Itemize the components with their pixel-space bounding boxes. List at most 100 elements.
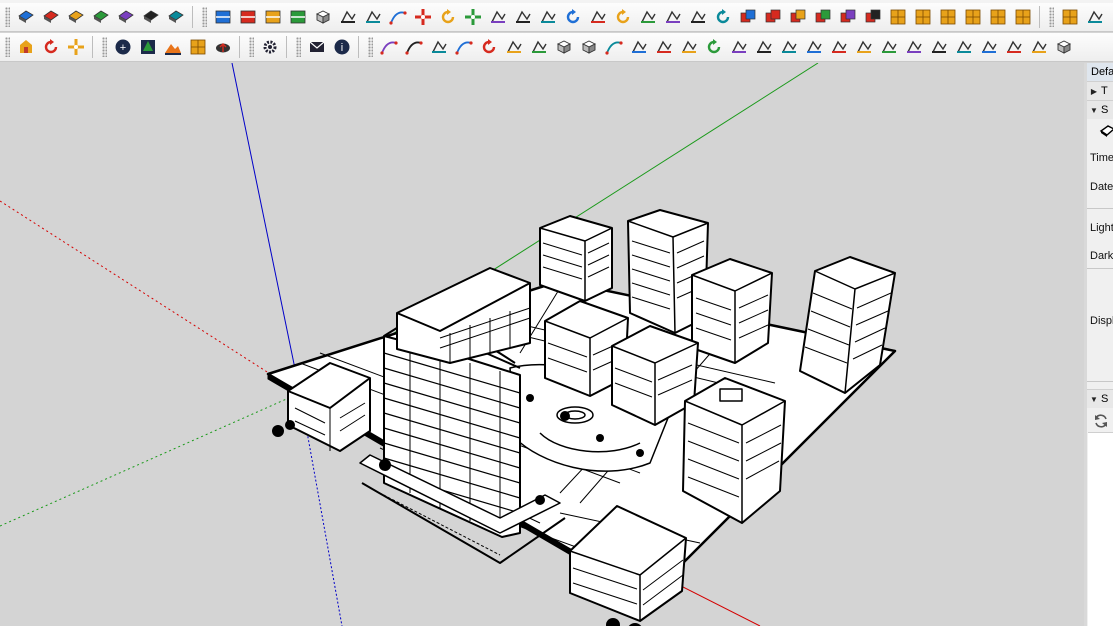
mail-icon[interactable] — [306, 36, 328, 58]
info-icon[interactable]: i — [331, 36, 353, 58]
polygon-icon[interactable] — [637, 6, 659, 28]
scale-icon[interactable] — [462, 6, 484, 28]
shadow-toggle-icon[interactable] — [1099, 123, 1113, 139]
cloud-upload-icon[interactable] — [212, 36, 234, 58]
pie-icon[interactable] — [587, 6, 609, 28]
checker-icon[interactable] — [187, 36, 209, 58]
toolbar-grip-handle[interactable] — [5, 37, 10, 57]
solid-subtract-icon[interactable] — [762, 6, 784, 28]
sandbox-from-contours-icon[interactable] — [1059, 6, 1081, 28]
sandbox-grid-icon[interactable] — [962, 6, 984, 28]
curve-icon[interactable] — [603, 36, 625, 58]
rectangle-icon[interactable] — [662, 6, 684, 28]
tray-section-shadows[interactable]: ▼ S — [1087, 100, 1113, 119]
push-pull-icon[interactable] — [487, 6, 509, 28]
sandbox-flip-edge-icon[interactable] — [987, 6, 1009, 28]
paint-icon[interactable] — [337, 6, 359, 28]
line-icon[interactable] — [387, 6, 409, 28]
arc-join-icon[interactable] — [703, 36, 725, 58]
panel-icon[interactable] — [1028, 36, 1050, 58]
hand-icon[interactable] — [828, 36, 850, 58]
layer-icon[interactable] — [728, 36, 750, 58]
dome-icon[interactable] — [978, 36, 1000, 58]
fillet-icon[interactable] — [628, 36, 650, 58]
styles-shaded-textures-icon[interactable] — [140, 6, 162, 28]
tray-section-collapsed[interactable]: ▶ T — [1087, 81, 1113, 100]
sandbox-stamp-icon[interactable] — [912, 6, 934, 28]
trees-icon[interactable] — [137, 36, 159, 58]
shape-bend-icon[interactable] — [853, 36, 875, 58]
refresh-icon[interactable] — [1093, 413, 1109, 429]
styles-monochrome-icon[interactable] — [165, 6, 187, 28]
undo-icon[interactable] — [712, 6, 734, 28]
toolbar-separator — [1039, 6, 1040, 28]
model-scene[interactable] — [0, 63, 1084, 626]
component-icon[interactable] — [312, 6, 334, 28]
bezier-icon[interactable] — [403, 36, 425, 58]
scene-manager-icon[interactable] — [1084, 6, 1106, 28]
solid-split-icon[interactable] — [787, 6, 809, 28]
sandbox-smoove-icon[interactable] — [887, 6, 909, 28]
sandbox-drape-icon[interactable] — [937, 6, 959, 28]
tray-title-tab[interactable]: Defa — [1087, 63, 1113, 81]
sandbox-add-detail-icon[interactable] — [1012, 6, 1034, 28]
offset-edge-icon[interactable] — [678, 36, 700, 58]
rotate-3d-icon[interactable] — [478, 36, 500, 58]
solid-trim-icon[interactable] — [812, 6, 834, 28]
toolbar-grip-handle[interactable] — [5, 7, 10, 27]
chamfer-icon[interactable] — [653, 36, 675, 58]
styles-shaded-icon[interactable] — [115, 6, 137, 28]
fence-icon[interactable] — [903, 36, 925, 58]
styles-backedges-icon[interactable] — [40, 6, 62, 28]
add-location-icon[interactable]: + — [112, 36, 134, 58]
section-plane-icon[interactable] — [212, 6, 234, 28]
section-display-icon[interactable] — [237, 6, 259, 28]
tape-measure-icon[interactable] — [362, 6, 384, 28]
box-icon[interactable] — [553, 36, 575, 58]
extension-warehouse-icon[interactable] — [15, 36, 37, 58]
stairs-icon[interactable] — [778, 36, 800, 58]
styles-wireframe-icon[interactable] — [65, 6, 87, 28]
styles-xray-icon[interactable] — [15, 6, 37, 28]
freehand-icon[interactable] — [378, 36, 400, 58]
knife-icon[interactable] — [453, 36, 475, 58]
extension-manager-icon[interactable] — [259, 36, 281, 58]
3d-viewport[interactable] — [0, 63, 1084, 626]
refresh-icon[interactable] — [40, 36, 62, 58]
eraser-icon[interactable] — [428, 36, 450, 58]
cube-icon[interactable] — [1053, 36, 1075, 58]
railing-icon[interactable] — [803, 36, 825, 58]
cut-icon[interactable] — [753, 36, 775, 58]
terrain-icon[interactable] — [162, 36, 184, 58]
tray-section-expanded[interactable]: ▼ S — [1087, 389, 1113, 408]
extrude-icon[interactable] — [578, 36, 600, 58]
ramp-icon[interactable] — [953, 36, 975, 58]
offset-icon[interactable] — [537, 6, 559, 28]
circle-icon[interactable] — [612, 6, 634, 28]
toolbar-grip-handle[interactable] — [296, 37, 301, 57]
follow-me-icon[interactable] — [512, 6, 534, 28]
outer-shell-icon[interactable] — [862, 6, 884, 28]
stairs-2-icon[interactable] — [1003, 36, 1025, 58]
toolbar-grip-handle[interactable] — [202, 7, 207, 27]
bucket-icon[interactable] — [687, 6, 709, 28]
weld-icon[interactable] — [528, 36, 550, 58]
toolbar-grip-handle[interactable] — [1049, 7, 1054, 27]
section-cuts-icon[interactable] — [262, 6, 284, 28]
select-loop-icon[interactable] — [503, 36, 525, 58]
toolbar-separator — [358, 36, 359, 58]
roof-icon[interactable] — [928, 36, 950, 58]
toolbar-grip-handle[interactable] — [249, 37, 254, 57]
rotate-icon[interactable] — [437, 6, 459, 28]
solid-intersect-icon[interactable] — [837, 6, 859, 28]
solid-union-icon[interactable] — [737, 6, 759, 28]
section-fill-icon[interactable] — [287, 6, 309, 28]
move-icon[interactable] — [412, 6, 434, 28]
camera-move-icon[interactable] — [65, 36, 87, 58]
wall-icon[interactable] — [878, 36, 900, 58]
arc-icon[interactable] — [562, 6, 584, 28]
toolbar-group: + — [97, 33, 235, 61]
styles-hiddenline-icon[interactable] — [90, 6, 112, 28]
toolbar-grip-handle[interactable] — [102, 37, 107, 57]
toolbar-grip-handle[interactable] — [368, 37, 373, 57]
